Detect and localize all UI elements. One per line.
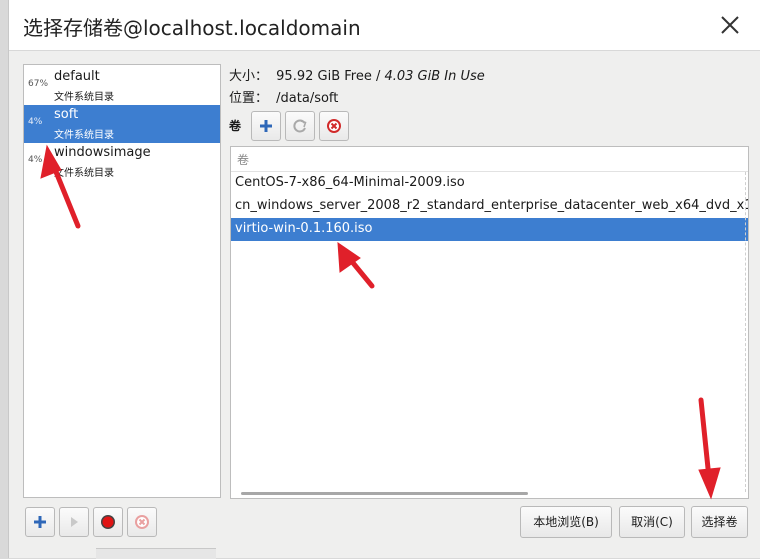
annotation-arrow-icon — [337, 242, 375, 289]
annotation-arrow-icon — [40, 144, 81, 229]
annotation-arrows — [40, 144, 721, 500]
annotation-arrow-icon — [698, 397, 721, 500]
